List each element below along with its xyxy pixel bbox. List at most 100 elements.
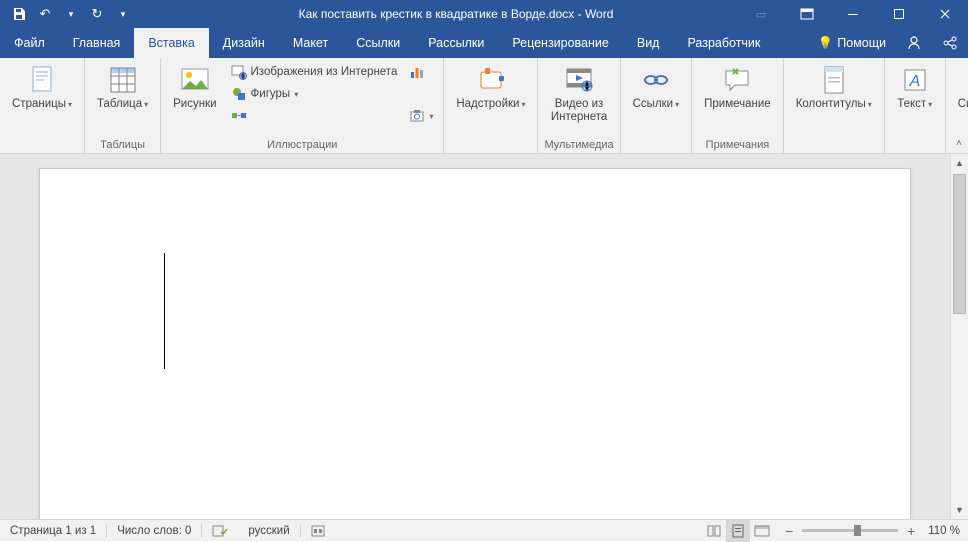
- save-button[interactable]: [8, 3, 30, 25]
- spellcheck-status[interactable]: [202, 524, 238, 538]
- group-text: A Текст▾: [885, 58, 946, 153]
- video-icon: [563, 64, 595, 96]
- header-footer-button[interactable]: Колонтитулы▾: [790, 62, 878, 113]
- dropdown-icon: ▾: [868, 100, 872, 109]
- tab-insert[interactable]: Вставка: [134, 28, 208, 58]
- zoom-percent[interactable]: 110 %: [924, 525, 960, 537]
- group-addins: Надстройки▾: [444, 58, 538, 153]
- online-pictures-button[interactable]: Изображения из Интернета: [227, 62, 402, 82]
- tab-review[interactable]: Рецензирование: [498, 28, 623, 58]
- macro-status[interactable]: [301, 525, 335, 537]
- zoom-control: − + 110 %: [774, 524, 968, 538]
- macro-icon: [311, 525, 325, 537]
- dropdown-icon: ▾: [429, 112, 433, 121]
- undo-button[interactable]: ↶: [34, 3, 56, 25]
- zoom-in-button[interactable]: +: [904, 524, 918, 538]
- chart-button[interactable]: [405, 62, 437, 82]
- dropdown-icon: ▾: [928, 100, 932, 109]
- symbols-button[interactable]: Ω Символы▾: [952, 62, 968, 113]
- web-layout-button[interactable]: [750, 520, 774, 542]
- maximize-button[interactable]: [876, 0, 922, 28]
- smartart-icon: [231, 108, 247, 124]
- page-number-status[interactable]: Страница 1 из 1: [0, 525, 106, 537]
- document-viewport[interactable]: [0, 154, 950, 519]
- spellcheck-icon: [212, 524, 228, 538]
- tab-mailings[interactable]: Рассылки: [414, 28, 498, 58]
- lightbulb-icon: 💡: [818, 36, 834, 51]
- zoom-out-button[interactable]: −: [782, 524, 796, 538]
- text-button[interactable]: A Текст▾: [891, 62, 939, 113]
- group-comments: Примечание Примечания: [692, 58, 784, 153]
- link-icon: [640, 64, 672, 96]
- picture-icon: [179, 64, 211, 96]
- ribbon-tabs: Файл Главная Вставка Дизайн Макет Ссылки…: [0, 28, 968, 58]
- status-bar: Страница 1 из 1 Число слов: 0 русский − …: [0, 519, 968, 541]
- header-footer-icon: [818, 64, 850, 96]
- addins-button[interactable]: Надстройки▾: [450, 62, 531, 113]
- minimize-button[interactable]: [830, 0, 876, 28]
- tell-me-button[interactable]: 💡 Помощи: [808, 28, 896, 58]
- read-mode-button[interactable]: [702, 520, 726, 542]
- page-icon: [26, 64, 58, 96]
- smartart-button[interactable]: [227, 106, 402, 126]
- dropdown-icon: ▾: [294, 90, 298, 99]
- group-pages: Страницы▾: [0, 58, 85, 153]
- qat-customize[interactable]: ▾: [112, 3, 134, 25]
- print-layout-button[interactable]: [726, 520, 750, 542]
- ribbon: Страницы▾ Таблица▾ Таблицы Рисунки: [0, 58, 968, 154]
- dropdown-icon: ▾: [144, 100, 148, 109]
- chart-icon: [409, 64, 425, 80]
- account-area[interactable]: ▭: [738, 0, 784, 28]
- online-pictures-icon: [231, 64, 247, 80]
- undo-dropdown[interactable]: ▾: [60, 3, 82, 25]
- scroll-down-button[interactable]: ▼: [951, 501, 968, 519]
- tab-references[interactable]: Ссылки: [342, 28, 414, 58]
- share-button[interactable]: [932, 28, 968, 58]
- quick-access-toolbar: ↶ ▾ ↻ ▾: [0, 3, 134, 25]
- collapse-ribbon-button[interactable]: ˄: [956, 138, 962, 149]
- pictures-button[interactable]: Рисунки: [167, 62, 222, 113]
- window-title: Как поставить крестик в квадратике в Вор…: [134, 7, 738, 21]
- group-headerfooter: Колонтитулы▾: [784, 58, 885, 153]
- text-icon: A: [899, 64, 931, 96]
- window-controls: ▭: [738, 0, 968, 28]
- vertical-scrollbar[interactable]: ▲ ▼: [950, 154, 968, 519]
- tab-file[interactable]: Файл: [0, 28, 59, 58]
- document-page[interactable]: [39, 168, 911, 519]
- tab-developer[interactable]: Разработчик: [673, 28, 774, 58]
- group-links: Ссылки▾: [621, 58, 693, 153]
- comment-icon: [721, 64, 753, 96]
- zoom-slider[interactable]: [802, 529, 898, 532]
- redo-button[interactable]: ↻: [86, 3, 108, 25]
- word-count-status[interactable]: Число слов: 0: [107, 525, 201, 537]
- shapes-icon: [231, 86, 247, 102]
- shapes-button[interactable]: Фигуры ▾: [227, 84, 402, 104]
- close-button[interactable]: [922, 0, 968, 28]
- table-icon: [107, 64, 139, 96]
- language-status[interactable]: русский: [238, 525, 299, 537]
- group-illustrations: Рисунки Изображения из Интернета Фигуры …: [161, 58, 444, 153]
- sign-in-button[interactable]: [896, 28, 932, 58]
- dropdown-icon: ▾: [68, 100, 72, 109]
- links-button[interactable]: Ссылки▾: [627, 62, 686, 113]
- scroll-track[interactable]: [951, 172, 968, 501]
- zoom-slider-handle[interactable]: [854, 525, 861, 536]
- screenshot-icon: [409, 108, 425, 124]
- svg-text:A: A: [908, 73, 920, 90]
- tab-layout[interactable]: Макет: [279, 28, 342, 58]
- tab-home[interactable]: Главная: [59, 28, 135, 58]
- title-bar: ↶ ▾ ↻ ▾ Как поставить крестик в квадрати…: [0, 0, 968, 28]
- scroll-thumb[interactable]: [953, 174, 966, 314]
- dropdown-icon: ▾: [675, 100, 679, 109]
- ribbon-display-options[interactable]: [784, 0, 830, 28]
- scroll-up-button[interactable]: ▲: [951, 154, 968, 172]
- online-video-button[interactable]: Видео из Интернета: [544, 62, 613, 126]
- group-tables: Таблица▾ Таблицы: [85, 58, 161, 153]
- comment-button[interactable]: Примечание: [698, 62, 777, 113]
- pages-button[interactable]: Страницы▾: [6, 62, 78, 113]
- screenshot-button[interactable]: ▾: [405, 106, 437, 126]
- table-button[interactable]: Таблица▾: [91, 62, 154, 113]
- tab-view[interactable]: Вид: [623, 28, 674, 58]
- document-area: ▲ ▼: [0, 154, 968, 519]
- tab-design[interactable]: Дизайн: [209, 28, 279, 58]
